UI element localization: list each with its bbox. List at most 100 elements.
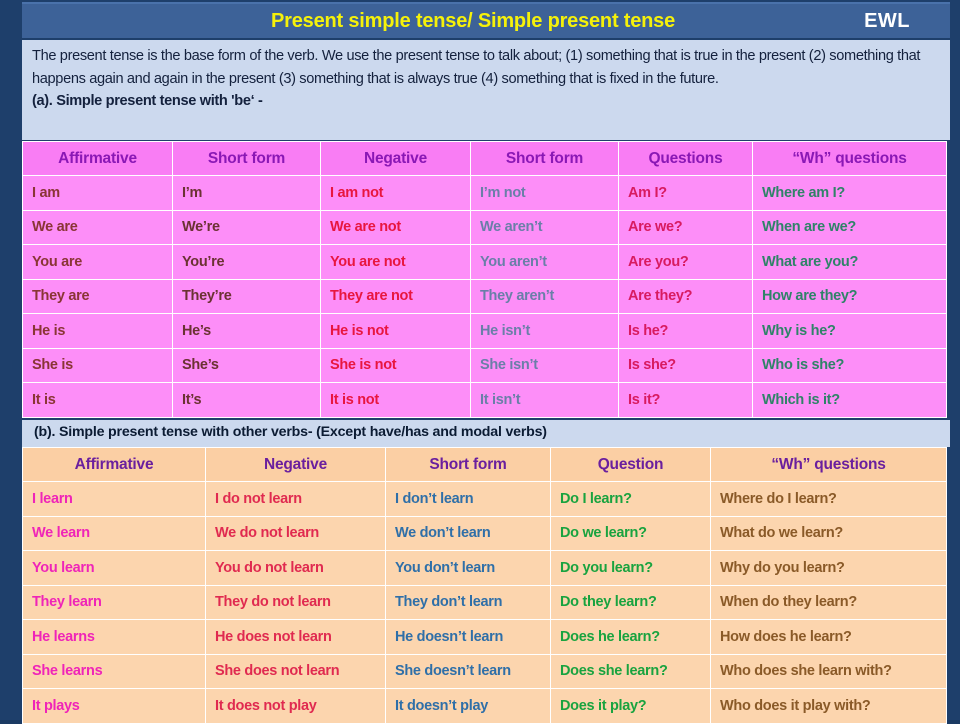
verbs-table-cell: Who does she learn with?: [710, 653, 947, 689]
be-table-cell: I’m: [172, 175, 321, 211]
verbs-table-cell: He learns: [22, 619, 206, 655]
be-table-cell: What are you?: [752, 244, 947, 280]
verbs-table-cell: She learns: [22, 653, 206, 689]
be-table-cell: He is: [22, 313, 173, 349]
verbs-table-row: She learns She does not learn She doesn’t …: [22, 653, 947, 689]
verbs-table-cell: He doesn’t learn: [385, 619, 551, 655]
be-table-cell: You are: [22, 244, 173, 280]
be-table-cell: She is not: [320, 347, 471, 383]
verbs-table-cell: Where do I learn?: [710, 481, 947, 517]
verbs-table-row: You learn You do not learn You don’t learn…: [22, 550, 947, 586]
be-table-cell: Why is he?: [752, 313, 947, 349]
be-table-column-header: Short form: [172, 141, 321, 176]
verbs-table-column-header: Negative: [205, 447, 386, 482]
table-simple-present-be: Affirmative Short form Negative Short form Q…: [22, 141, 947, 418]
verbs-table-cell: Do we learn?: [550, 515, 711, 551]
be-table-cell: When are we?: [752, 209, 947, 245]
verbs-table-cell: Does it play?: [550, 688, 711, 724]
verbs-table-cell: What do we learn?: [710, 515, 947, 551]
verbs-table-cell: She doesn’t learn: [385, 653, 551, 689]
be-table-cell: They’re: [172, 278, 321, 314]
be-table-cell: He’s: [172, 313, 321, 349]
verbs-table-cell: I don’t learn: [385, 481, 551, 517]
verbs-table-cell: You don’t learn: [385, 550, 551, 586]
be-table-cell: You’re: [172, 244, 321, 280]
section-a-label: (a). Simple present tense with 'be‘ -: [32, 93, 263, 109]
table-be-header-row: Affirmative Short form Negative Short form Q…: [22, 141, 947, 176]
be-table-column-header: Short form: [470, 141, 619, 176]
table-verbs-header-row: Affirmative Negative Short form Question “Wh…: [22, 447, 947, 482]
verbs-table-cell: Who does it play with?: [710, 688, 947, 724]
verbs-table-row: We learn We do not learn We don’t learn Do …: [22, 515, 947, 551]
be-table-row: We are We’re We are not We aren’t Are we? Whe…: [22, 209, 947, 245]
be-table-cell: You aren’t: [470, 244, 619, 280]
section-b-strip: (b). Simple present tense with other ver…: [22, 420, 950, 447]
verbs-table-cell: I do not learn: [205, 481, 386, 517]
verbs-table-row: It plays It does not play It doesn’t play D…: [22, 688, 947, 724]
be-table-cell: He is not: [320, 313, 471, 349]
be-table-cell: It is not: [320, 382, 471, 418]
be-table-cell: We are not: [320, 209, 471, 245]
be-table-cell: It’s: [172, 382, 321, 418]
verbs-table-cell: We learn: [22, 515, 206, 551]
be-table-cell: I’m not: [470, 175, 619, 211]
be-table-cell: Is he?: [618, 313, 753, 349]
be-table-cell: She isn’t: [470, 347, 619, 383]
be-table-row: They are They’re They are not They aren’t Ar…: [22, 278, 947, 314]
be-table-cell: Are you?: [618, 244, 753, 280]
verbs-table-cell: They learn: [22, 584, 206, 620]
table-verbs-body: I learn I do not learn I don’t learn Do I l…: [22, 481, 947, 724]
section-b-label: (b). Simple present tense with other ver…: [34, 424, 547, 440]
verbs-table-cell: They do not learn: [205, 584, 386, 620]
be-table-row: You are You’re You are not You aren’t Are yo…: [22, 244, 947, 280]
verbs-table-cell: Does he learn?: [550, 619, 711, 655]
verbs-table-cell: It does not play: [205, 688, 386, 724]
verbs-table-cell: He does not learn: [205, 619, 386, 655]
table-verbs-head: Affirmative Negative Short form Question “Wh…: [22, 447, 947, 482]
verbs-table-cell: It doesn’t play: [385, 688, 551, 724]
table-be-body: I am I’m I am not I’m not Am I? Where am I? We…: [22, 175, 947, 418]
be-table-cell: Who is she?: [752, 347, 947, 383]
be-table-row: I am I’m I am not I’m not Am I? Where am I?: [22, 175, 947, 211]
verbs-table-cell: Do they learn?: [550, 584, 711, 620]
be-table-row: He is He’s He is not He isn’t Is he? Why is h…: [22, 313, 947, 349]
intro-panel: The present tense is the base form of th…: [22, 40, 950, 140]
be-table-cell: She is: [22, 347, 173, 383]
title-bar: Present simple tense/ Simple present ten…: [22, 2, 950, 38]
verbs-table-cell: You learn: [22, 550, 206, 586]
be-table-cell: They are: [22, 278, 173, 314]
verbs-table-column-header: “Wh” questions: [710, 447, 947, 482]
verbs-table-cell: Do I learn?: [550, 481, 711, 517]
be-table-cell: You are not: [320, 244, 471, 280]
be-table-cell: How are they?: [752, 278, 947, 314]
be-table-cell: Which is it?: [752, 382, 947, 418]
verbs-table-cell: Do you learn?: [550, 550, 711, 586]
be-table-column-header: Affirmative: [22, 141, 173, 176]
be-table-cell: We’re: [172, 209, 321, 245]
verbs-table-column-header: Short form: [385, 447, 551, 482]
table-simple-present-other-verbs: Affirmative Negative Short form Question “Wh…: [22, 447, 947, 724]
be-table-cell: We aren’t: [470, 209, 619, 245]
verbs-table-row: They learn They do not learn They don’t le…: [22, 584, 947, 620]
be-table-cell: I am: [22, 175, 173, 211]
be-table-cell: They aren’t: [470, 278, 619, 314]
be-table-cell: Am I?: [618, 175, 753, 211]
be-table-column-header: Questions: [618, 141, 753, 176]
brand-logo: EWL: [864, 9, 910, 32]
be-table-cell: I am not: [320, 175, 471, 211]
be-table-cell: It is: [22, 382, 173, 418]
page-title: Present simple tense/ Simple present ten…: [271, 9, 676, 32]
be-table-cell: Is she?: [618, 347, 753, 383]
verbs-table-cell: Why do you learn?: [710, 550, 947, 586]
be-table-cell: She’s: [172, 347, 321, 383]
intro-paragraph: The present tense is the base form of th…: [32, 48, 921, 87]
be-table-cell: It isn’t: [470, 382, 619, 418]
be-table-cell: He isn’t: [470, 313, 619, 349]
be-table-column-header: Negative: [320, 141, 471, 176]
verbs-table-cell: How does he learn?: [710, 619, 947, 655]
verbs-table-cell: She does not learn: [205, 653, 386, 689]
be-table-cell: They are not: [320, 278, 471, 314]
verbs-table-cell: You do not learn: [205, 550, 386, 586]
verbs-table-cell: We don’t learn: [385, 515, 551, 551]
verbs-table-cell: They don’t learn: [385, 584, 551, 620]
